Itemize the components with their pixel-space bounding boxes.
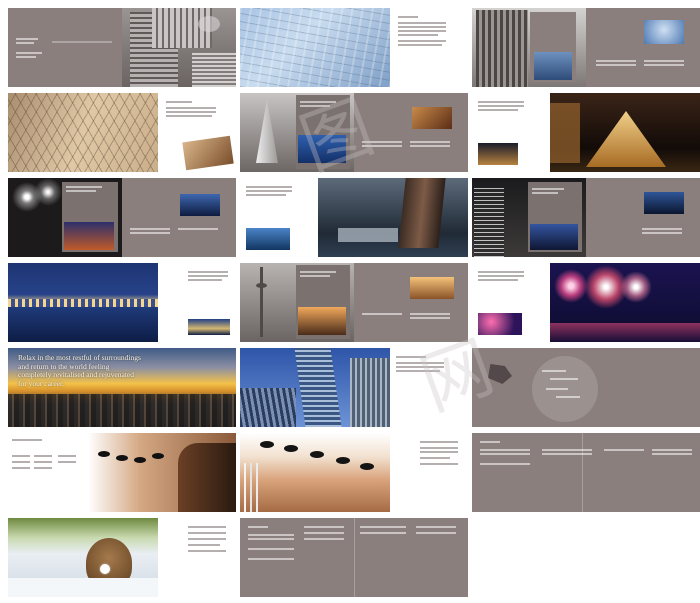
- spread-louvre: [472, 93, 700, 172]
- spread-glass-tower: [240, 8, 468, 87]
- spa-headline: Relax in the most restful of surrounding…: [18, 353, 141, 388]
- spread-index: [472, 433, 700, 512]
- spread-landmark-tower: [240, 178, 468, 257]
- spread-glass-up: [240, 348, 468, 427]
- building-photo: [122, 8, 236, 87]
- spread-woman-pool: [8, 518, 236, 597]
- spread-tv-tower: [240, 263, 468, 342]
- spread-facade: [8, 93, 236, 172]
- spread-hot-stones: [240, 433, 468, 512]
- spread-contents: [240, 518, 468, 597]
- spread-sunset-city: Relax in the most restful of surrounding…: [8, 348, 236, 427]
- spread-burj: [240, 93, 468, 172]
- spread-cover: [8, 8, 236, 87]
- spread-night-city: [472, 178, 700, 257]
- spread-map: [472, 348, 700, 427]
- spread-fireworks: [8, 178, 236, 257]
- spread-river-night: [8, 263, 236, 342]
- spread-fireworks-river: [472, 263, 700, 342]
- spread-spa-stones: [8, 433, 236, 512]
- spread-skyscraper: [472, 8, 700, 87]
